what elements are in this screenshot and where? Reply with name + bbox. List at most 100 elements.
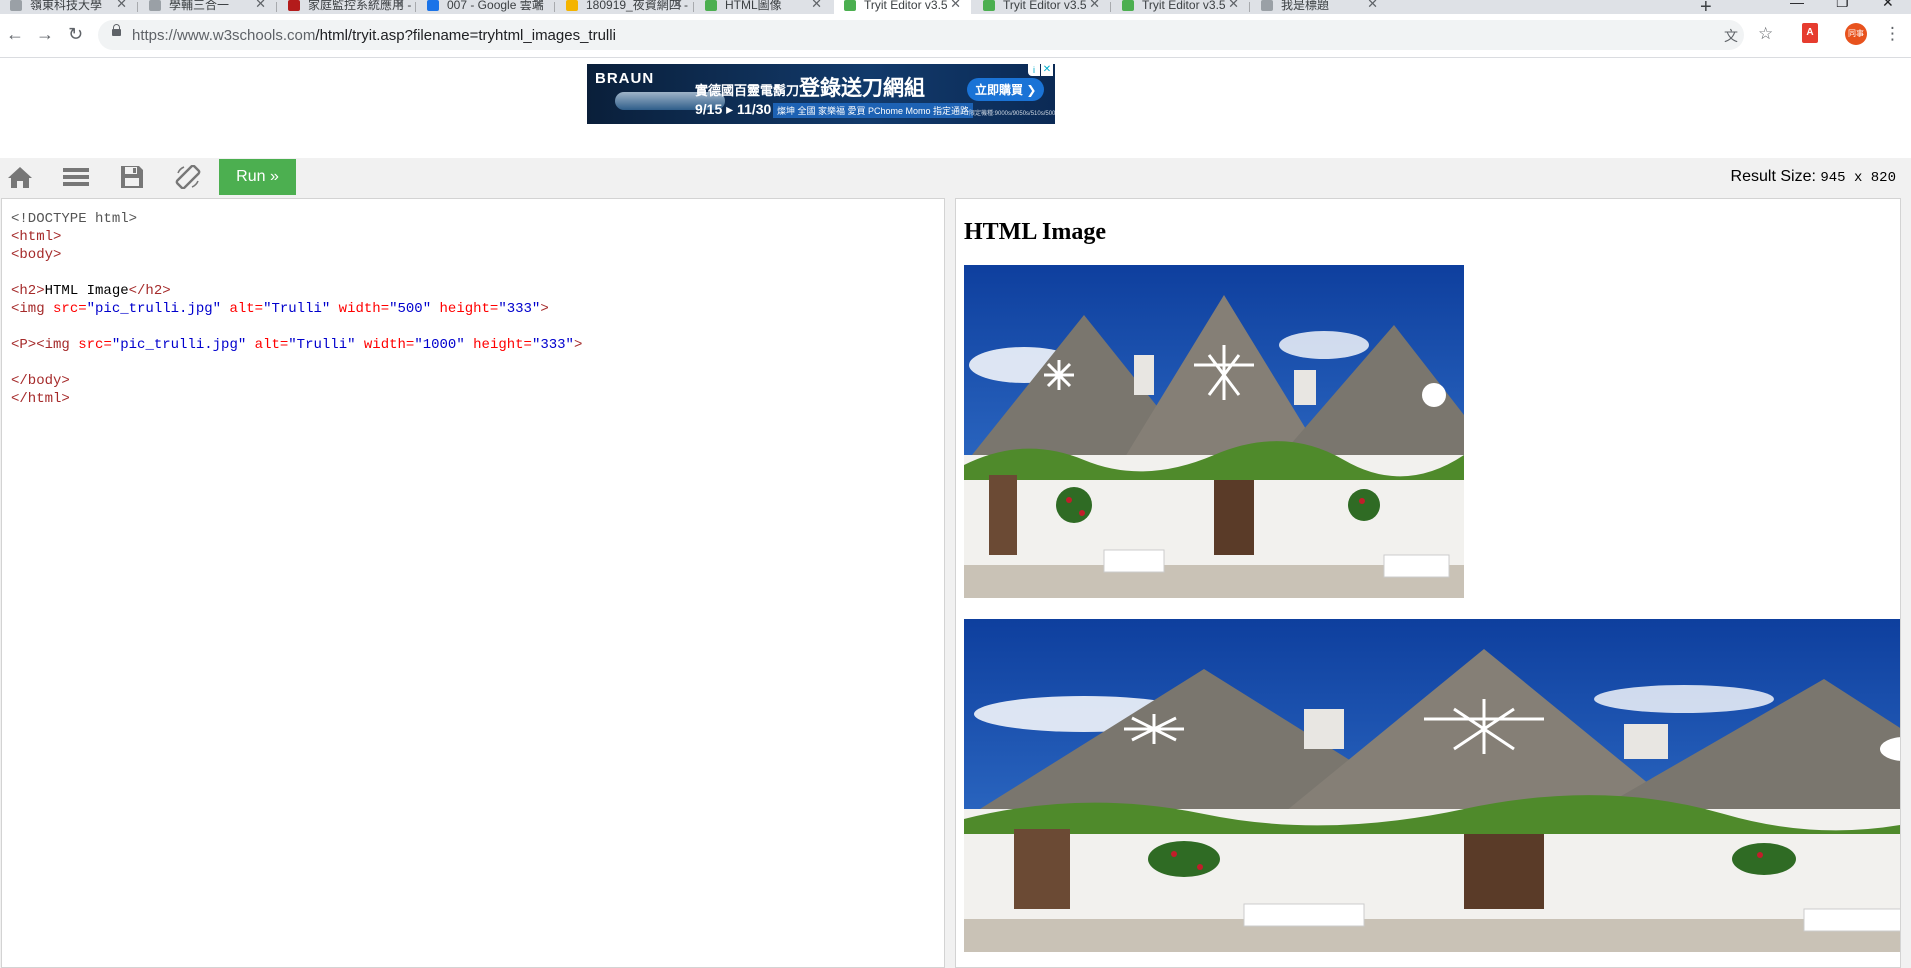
tab-close-icon[interactable]: ✕	[950, 0, 961, 10]
code-token: "Trulli"	[263, 301, 331, 317]
run-button[interactable]: Run »	[219, 159, 296, 195]
tab-close-icon[interactable]: ✕	[1228, 0, 1239, 10]
new-tab-button[interactable]: +	[1700, 0, 1712, 14]
code-line: </body>	[11, 372, 582, 390]
url-host: https://www.w3schools.com	[132, 27, 316, 44]
browser-tab[interactable]: Tryit Editor v3.5 ✕	[1112, 0, 1249, 14]
browser-tab-strip: 嶺東科技大學 ✕ 學輔三合一 ✕ 家庭監控系統應用 - ✕ 007 - Google 雲端 ✕…	[0, 0, 1911, 14]
translate-icon[interactable]: 文	[1724, 26, 1738, 46]
trulli-image-500	[964, 265, 1464, 598]
save-icon[interactable]	[119, 165, 145, 189]
result-scrollbar[interactable]	[1901, 198, 1911, 968]
editor-toolbar: Run » Result Size: 945 x 820	[0, 158, 1911, 196]
rotate-icon[interactable]	[175, 165, 201, 189]
tab-favicon-icon	[983, 0, 995, 11]
code-token: <P>	[11, 337, 37, 353]
tab-separator	[415, 2, 416, 12]
tab-title: Tryit Editor v3.5	[1003, 0, 1087, 12]
tab-separator	[693, 2, 694, 12]
code-token: "333"	[531, 337, 574, 353]
code-line: <body>	[11, 246, 582, 264]
tab-close-icon[interactable]: ✕	[672, 0, 683, 10]
code-token: "500"	[389, 301, 432, 317]
result-pane: HTML Image	[955, 198, 1901, 968]
ad-brand: BRAUN	[595, 70, 655, 87]
ad-buy-button[interactable]: 立即購買 ❯	[967, 78, 1045, 101]
code-line: <img src="pic_trulli.jpg" alt="Trulli" w…	[11, 300, 582, 318]
tab-close-icon[interactable]: ✕	[116, 0, 127, 10]
code-line: <!DOCTYPE html>	[11, 210, 582, 228]
ad-info-icon[interactable]: i	[1028, 64, 1040, 76]
url-text[interactable]: https://www.w3schools.com/html/tryit.asp…	[132, 27, 616, 44]
browser-tab[interactable]: 我是標題 ✕	[1251, 0, 1388, 14]
tab-close-icon[interactable]: ✕	[394, 0, 405, 10]
code-token: "pic_trulli.jpg"	[86, 301, 222, 317]
tab-close-icon[interactable]: ✕	[1367, 0, 1378, 10]
result-size-label: Result Size:	[1730, 168, 1816, 185]
ad-zone: BRAUN 實德國百靈電鬍刀登錄送刀網組 9/15 ▸ 11/30 燦坤 全國 …	[0, 59, 1911, 158]
tab-close-icon[interactable]: ✕	[811, 0, 822, 10]
code-token: </html>	[11, 391, 70, 407]
menu-icon[interactable]	[63, 165, 89, 189]
code-token: <!DOCTYPE html>	[11, 211, 138, 227]
star-icon[interactable]: ☆	[1758, 24, 1773, 44]
result-size-value: 945 x 820	[1820, 170, 1896, 186]
address-bar[interactable]: https://www.w3schools.com/html/tryit.asp…	[98, 20, 1744, 50]
tab-favicon-icon	[1122, 0, 1134, 11]
pdf-icon[interactable]: A	[1802, 23, 1818, 43]
restore-window-button[interactable]: ❐	[1836, 0, 1849, 11]
ad-banner[interactable]: BRAUN 實德國百靈電鬍刀登錄送刀網組 9/15 ▸ 11/30 燦坤 全國 …	[587, 64, 1055, 124]
tab-favicon-icon	[427, 0, 439, 11]
trulli-image-1000	[964, 619, 1900, 952]
reload-icon[interactable]: ↻	[68, 24, 83, 45]
code-token: "pic_trulli.jpg"	[111, 337, 247, 353]
home-icon[interactable]	[7, 165, 33, 189]
more-icon[interactable]: ⋮	[1884, 24, 1901, 44]
back-icon[interactable]: ←	[6, 24, 24, 45]
browser-tab[interactable]: 家庭監控系統應用 - ✕	[278, 0, 415, 14]
profile-avatar[interactable]: 同事	[1845, 23, 1867, 45]
tab-close-icon[interactable]: ✕	[533, 0, 544, 10]
browser-tab[interactable]: 嶺東科技大學 ✕	[0, 0, 137, 14]
ad-subline: 燦坤 全國 家樂福 愛買 PChome Momo 指定通路	[773, 103, 974, 118]
code-token: width=	[355, 337, 415, 353]
browser-tab[interactable]: 180919_夜資網四 - ✕	[556, 0, 693, 14]
code-token: "Trulli"	[288, 337, 356, 353]
code-line: <P><img src="pic_trulli.jpg" alt="Trulli…	[11, 336, 582, 354]
url-path: /html/tryit.asp?filename=tryhtml_images_…	[315, 27, 616, 44]
browser-tab[interactable]: HTML圖像 ✕	[695, 0, 832, 14]
tab-title: 我是標題	[1281, 0, 1330, 12]
tab-title: 007 - Google 雲端	[447, 0, 544, 12]
tab-separator	[1110, 2, 1111, 12]
forward-icon[interactable]: →	[36, 24, 54, 45]
code-line: <h2>HTML Image</h2>	[11, 282, 582, 300]
tab-favicon-icon	[1261, 0, 1273, 11]
code-token: "1000"	[414, 337, 465, 353]
browser-tab[interactable]: Tryit Editor v3.5 ✕	[973, 0, 1110, 14]
close-window-button[interactable]: ✕	[1882, 0, 1894, 11]
ad-close-icon[interactable]: ✕	[1041, 64, 1053, 76]
code-token: width=	[330, 301, 390, 317]
browser-toolbar: ← → ↻ https://www.w3schools.com/html/try…	[0, 14, 1911, 58]
tab-close-icon[interactable]: ✕	[255, 0, 266, 10]
browser-tab[interactable]: 學輔三合一 ✕	[139, 0, 276, 14]
ad-headline: 實德國百靈電鬍刀登錄送刀網組	[695, 77, 926, 100]
code-token: height=	[464, 337, 532, 353]
browser-tab[interactable]: Tryit Editor v3.5 ✕	[834, 0, 971, 14]
tab-separator	[554, 2, 555, 12]
code-token: src=	[53, 301, 87, 317]
code-editor-pane[interactable]: <!DOCTYPE html> <html> <body> <h2>HTML Imag…	[1, 198, 945, 968]
code-token: </body>	[11, 373, 70, 389]
code-token: >	[573, 337, 583, 353]
tab-separator	[137, 2, 138, 12]
tab-close-icon[interactable]: ✕	[1089, 0, 1100, 10]
minimize-window-button[interactable]: —	[1790, 0, 1804, 10]
ad-fine-print: 限定機種:9000s/9050s/510s/500s	[969, 111, 1055, 117]
tab-favicon-icon	[288, 0, 300, 11]
tab-favicon-icon	[705, 0, 717, 11]
code-token: HTML Image	[44, 283, 129, 299]
browser-tab[interactable]: 007 - Google 雲端 ✕	[417, 0, 554, 14]
tab-favicon-icon	[10, 0, 22, 11]
code-textarea[interactable]: <!DOCTYPE html> <html> <body> <h2>HTML Imag…	[11, 210, 582, 408]
